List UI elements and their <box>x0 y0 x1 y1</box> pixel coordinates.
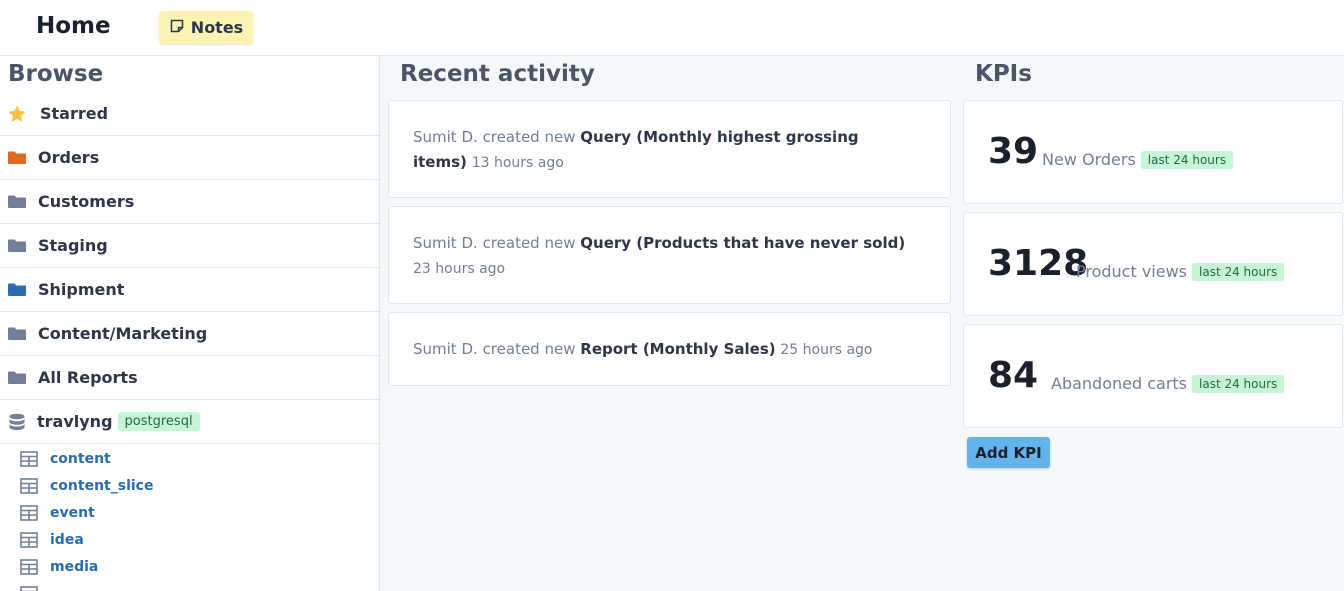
sidebar-item-orders[interactable]: Orders <box>0 136 379 180</box>
table-item-content-slice[interactable]: content_slice <box>0 472 379 499</box>
database-type-badge: postgresql <box>117 412 200 431</box>
table-icon <box>20 585 38 591</box>
table-item-label: content <box>50 450 111 467</box>
table-icon <box>20 558 38 575</box>
note-icon <box>169 18 185 38</box>
kpi-card[interactable]: 3128 Product views last 24 hours <box>963 212 1343 316</box>
folder-icon <box>7 280 27 300</box>
folder-icon <box>7 324 27 344</box>
kpi-period-badge: last 24 hours <box>1192 374 1285 393</box>
sidebar-item-label: Staging <box>38 236 108 255</box>
sidebar-item-customers[interactable]: Customers <box>0 180 379 224</box>
activity-text: Sumit D. created new Report (Monthly Sal… <box>413 337 910 363</box>
table-item-event[interactable]: event <box>0 499 379 526</box>
activity-card[interactable]: Sumit D. created new Query (Monthly high… <box>388 100 951 198</box>
table-item-label: media <box>50 558 99 575</box>
kpi-value: 3128 <box>988 243 1089 284</box>
activity-card[interactable]: Sumit D. created new Report (Monthly Sal… <box>388 312 951 386</box>
page-title: Home <box>36 13 111 39</box>
kpi-period-badge: last 24 hours <box>1192 262 1285 281</box>
activity-verb: created new <box>482 128 576 146</box>
table-item-media[interactable]: media <box>0 553 379 580</box>
table-icon <box>20 477 38 494</box>
table-item-content[interactable]: content <box>0 445 379 472</box>
star-icon <box>7 104 27 124</box>
recent-activity-title: Recent activity <box>400 61 595 87</box>
activity-text: Sumit D. created new Query (Monthly high… <box>413 125 910 176</box>
sidebar-item-staging[interactable]: Staging <box>0 224 379 268</box>
activity-verb: created new <box>482 340 576 358</box>
folder-icon <box>7 148 27 168</box>
activity-time: 13 hours ago <box>471 155 564 171</box>
sidebar-title: Browse <box>8 61 104 87</box>
sidebar-item-label: Content/Marketing <box>38 324 208 343</box>
table-item-idea[interactable]: idea <box>0 526 379 553</box>
sidebar-item-content-marketing[interactable]: Content/Marketing <box>0 312 379 356</box>
notes-button-label: Notes <box>190 18 244 37</box>
sidebar-item-label: Shipment <box>38 280 125 299</box>
add-kpi-button[interactable]: Add KPI <box>967 437 1050 468</box>
kpi-label: Product views last 24 hours <box>1076 262 1285 281</box>
browse-sidebar: Browse Starred Orders Customers Staging … <box>0 56 380 591</box>
sidebar-item-label: Customers <box>38 192 135 211</box>
activity-card[interactable]: Sumit D. created new Query (Products tha… <box>388 206 951 304</box>
table-icon <box>20 504 38 521</box>
kpi-value: 84 <box>988 355 1039 396</box>
kpi-label-text: Product views <box>1076 262 1188 281</box>
kpi-period-badge: last 24 hours <box>1140 150 1234 169</box>
activity-text: Sumit D. created new Query (Products tha… <box>413 231 910 282</box>
sidebar-item-label: Orders <box>38 148 100 167</box>
database-name: travlyng <box>37 412 113 431</box>
kpi-card[interactable]: 39 New Orders last 24 hours <box>963 100 1343 204</box>
sidebar-item-label: Starred <box>40 104 109 123</box>
sidebar-item-all-reports[interactable]: All Reports <box>0 356 379 400</box>
folder-icon <box>7 368 27 388</box>
activity-object: Report (Monthly Sales) <box>580 340 776 358</box>
kpi-label: New Orders last 24 hours <box>1042 150 1234 169</box>
activity-object: Query (Products that have never sold) <box>580 234 906 252</box>
sidebar-item-shipment[interactable]: Shipment <box>0 268 379 312</box>
kpi-card[interactable]: 84 Abandoned carts last 24 hours <box>963 324 1343 428</box>
kpi-label: Abandoned carts last 24 hours <box>1051 374 1285 393</box>
kpi-label-text: New Orders <box>1042 150 1136 169</box>
folder-icon <box>7 236 27 256</box>
sidebar-item-label: All Reports <box>38 368 138 387</box>
activity-verb: created new <box>482 234 576 252</box>
activity-time: 25 hours ago <box>780 342 873 358</box>
database-icon <box>7 412 27 432</box>
folder-icon <box>7 192 27 212</box>
kpis-title: KPIs <box>975 61 1032 87</box>
table-icon <box>20 531 38 548</box>
activity-actor: Sumit D. <box>413 128 478 146</box>
activity-time: 23 hours ago <box>413 261 506 277</box>
kpi-value: 39 <box>988 131 1039 172</box>
sidebar-item-database[interactable]: travlyng postgresql <box>0 400 379 444</box>
table-item-label: idea <box>50 531 84 548</box>
sidebar-item-starred[interactable]: Starred <box>0 92 379 136</box>
top-bar: Home Notes <box>0 0 1344 56</box>
table-item-label: content_slice <box>50 477 154 494</box>
activity-actor: Sumit D. <box>413 234 478 252</box>
table-item-partial[interactable] <box>0 580 379 591</box>
main-content: Recent activity Sumit D. created new Que… <box>380 56 1344 591</box>
activity-actor: Sumit D. <box>413 340 478 358</box>
notes-button[interactable]: Notes <box>159 11 253 44</box>
table-item-label: event <box>50 504 95 521</box>
table-icon <box>20 450 38 467</box>
kpi-label-text: Abandoned carts <box>1051 374 1188 393</box>
